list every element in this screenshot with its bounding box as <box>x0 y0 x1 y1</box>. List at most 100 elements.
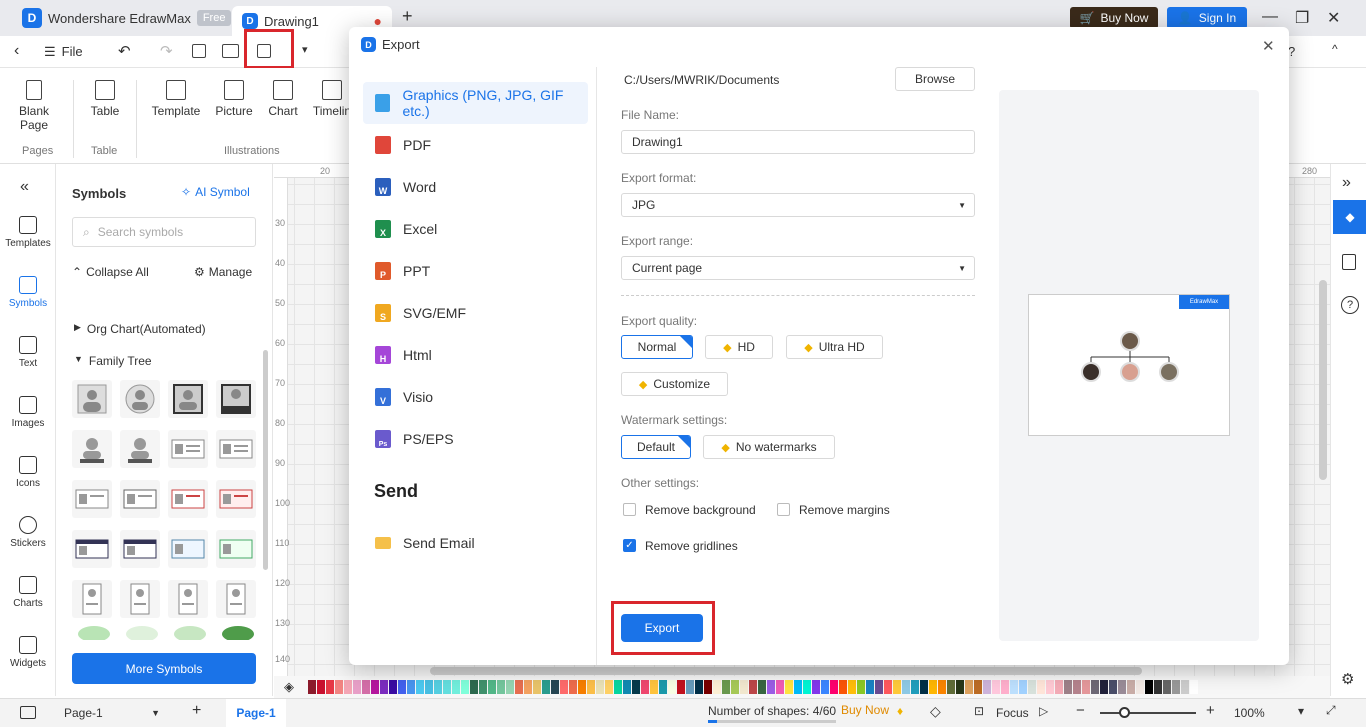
symbol-item[interactable] <box>72 580 112 618</box>
color-swatch[interactable] <box>416 680 424 694</box>
symbol-item[interactable] <box>216 580 256 618</box>
fill-bucket-icon[interactable]: ◈ <box>284 679 294 695</box>
color-swatch[interactable] <box>1019 680 1027 694</box>
zoom-level[interactable]: 100% <box>1234 706 1265 720</box>
color-swatch[interactable] <box>1100 680 1108 694</box>
color-swatch[interactable] <box>1028 680 1036 694</box>
symbol-item[interactable] <box>120 530 160 568</box>
timeline-button[interactable]: Timelin <box>312 80 352 118</box>
play-icon[interactable]: ▷ <box>1039 704 1048 718</box>
category-org-chart[interactable]: ▶ Org Chart(Automated) <box>74 322 206 336</box>
focus-button[interactable]: Focus <box>996 706 1029 720</box>
zoom-chevron-icon[interactable]: ▾ <box>1298 704 1304 718</box>
color-swatch[interactable] <box>758 680 766 694</box>
remove-margins-label[interactable]: Remove margins <box>799 503 890 517</box>
color-swatch[interactable] <box>1064 680 1072 694</box>
color-swatch[interactable] <box>929 680 937 694</box>
color-swatch[interactable] <box>443 680 451 694</box>
sign-in-button[interactable]: 👤 Sign In <box>1167 7 1247 29</box>
back-icon[interactable]: ‹ <box>14 42 19 60</box>
symbol-item[interactable] <box>216 430 256 468</box>
symbol-item[interactable] <box>120 430 160 468</box>
color-swatch[interactable] <box>1001 680 1009 694</box>
color-swatch[interactable] <box>767 680 775 694</box>
fill-style-icon[interactable]: ◆ <box>1333 200 1366 234</box>
color-swatch[interactable] <box>317 680 325 694</box>
color-swatch[interactable] <box>857 680 865 694</box>
canvas-h-scrollbar[interactable] <box>430 667 1142 675</box>
format-word[interactable]: W Word <box>363 166 588 208</box>
color-swatch[interactable] <box>1037 680 1045 694</box>
remove-margins-checkbox[interactable] <box>777 503 790 516</box>
zoom-out-icon[interactable]: − <box>1076 702 1085 719</box>
blank-page-button[interactable]: Blank Page <box>16 80 52 132</box>
color-swatch[interactable] <box>875 680 883 694</box>
color-swatch[interactable] <box>965 680 973 694</box>
color-swatch[interactable] <box>1145 680 1153 694</box>
zoom-slider[interactable] <box>1100 712 1196 714</box>
symbol-item[interactable] <box>168 430 208 468</box>
maximize-icon[interactable]: ❐ <box>1295 8 1309 28</box>
color-swatch[interactable] <box>632 680 640 694</box>
color-swatch[interactable] <box>1055 680 1063 694</box>
help-icon[interactable]: ? <box>1288 44 1295 59</box>
color-swatch[interactable] <box>803 680 811 694</box>
color-swatch[interactable] <box>434 680 442 694</box>
symbol-item[interactable] <box>120 380 160 418</box>
print-icon[interactable] <box>222 44 239 58</box>
color-swatch[interactable] <box>497 680 505 694</box>
canvas-v-scrollbar[interactable] <box>1319 280 1327 480</box>
file-name-input[interactable]: Drawing1 <box>621 130 975 154</box>
color-swatch[interactable] <box>731 680 739 694</box>
color-swatch[interactable] <box>614 680 622 694</box>
nav-stickers[interactable]: Stickers <box>0 516 56 549</box>
quality-hd[interactable]: ◆ HD <box>705 335 773 359</box>
color-swatch[interactable] <box>1136 680 1144 694</box>
color-swatch[interactable] <box>551 680 559 694</box>
zoom-in-icon[interactable]: + <box>1206 702 1215 719</box>
remove-gridlines-checkbox[interactable]: ✓ <box>623 539 636 552</box>
nav-text[interactable]: Text <box>0 336 56 369</box>
color-swatch[interactable] <box>488 680 496 694</box>
color-swatch[interactable] <box>812 680 820 694</box>
color-swatch[interactable] <box>1163 680 1171 694</box>
fit-page-icon[interactable]: ⤢ <box>1326 703 1336 718</box>
color-swatch[interactable] <box>389 680 397 694</box>
color-swatch[interactable] <box>1181 680 1189 694</box>
format-excel[interactable]: X Excel <box>363 208 588 250</box>
color-swatch[interactable] <box>515 680 523 694</box>
page-setup-icon[interactable] <box>1342 254 1356 270</box>
color-swatch[interactable] <box>677 680 685 694</box>
color-swatch[interactable] <box>695 680 703 694</box>
color-swatch[interactable] <box>524 680 532 694</box>
symbol-item[interactable] <box>72 530 112 568</box>
color-swatch[interactable] <box>830 680 838 694</box>
nav-widgets[interactable]: Widgets <box>0 636 56 669</box>
symbol-item[interactable] <box>120 580 160 618</box>
color-swatch[interactable] <box>308 680 316 694</box>
nav-templates[interactable]: Templates <box>0 216 56 249</box>
app-tab[interactable]: D Wondershare EdrawMax Free <box>22 8 232 28</box>
color-swatch[interactable] <box>506 680 514 694</box>
color-swatch[interactable] <box>785 680 793 694</box>
color-swatch[interactable] <box>407 680 415 694</box>
color-swatch[interactable] <box>542 680 550 694</box>
remove-background-checkbox[interactable] <box>623 503 636 516</box>
tree-icon[interactable] <box>170 622 210 640</box>
color-swatch[interactable] <box>623 680 631 694</box>
color-swatch[interactable] <box>866 680 874 694</box>
save-icon[interactable] <box>192 44 206 58</box>
color-swatch[interactable] <box>884 680 892 694</box>
format-svg[interactable]: S SVG/EMF <box>363 292 588 334</box>
color-swatch[interactable] <box>569 680 577 694</box>
symbol-item[interactable] <box>72 480 112 518</box>
symbol-item[interactable] <box>168 480 208 518</box>
color-swatch[interactable] <box>362 680 370 694</box>
table-button[interactable]: Table <box>88 80 122 118</box>
color-swatch[interactable] <box>1190 680 1198 694</box>
color-swatch[interactable] <box>380 680 388 694</box>
color-swatch[interactable] <box>1127 680 1135 694</box>
status-buy-now[interactable]: Buy Now <box>841 703 889 717</box>
buy-now-button[interactable]: 🛒 Buy Now <box>1070 7 1158 29</box>
color-swatch[interactable] <box>974 680 982 694</box>
